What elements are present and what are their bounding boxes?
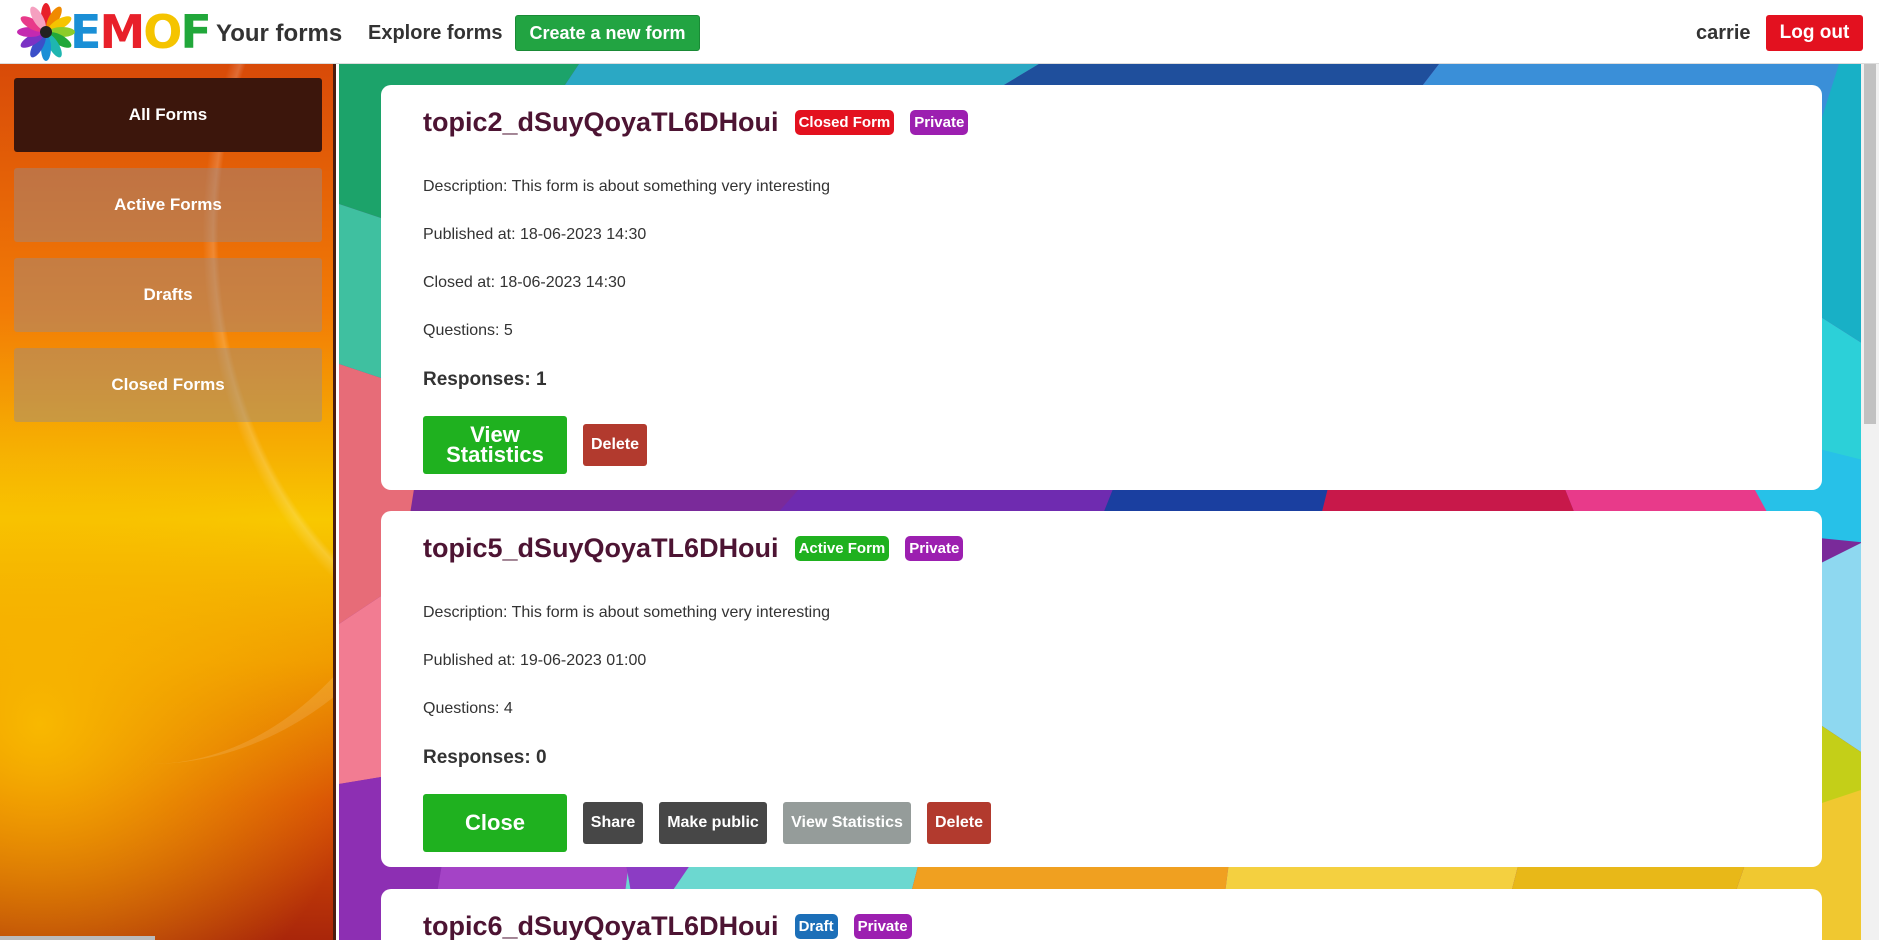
form-responses-count: Responses: 0: [423, 747, 547, 768]
form-description: Description: This form is about somethin…: [423, 604, 830, 621]
status-badge: Closed Form: [794, 110, 895, 135]
form-title[interactable]: topic2_dSuyQoyaTL6DHoui: [423, 107, 779, 138]
view-statistics-button[interactable]: View Statistics: [423, 416, 567, 474]
sidebar: All Forms Active Forms Drafts Closed For…: [0, 64, 336, 940]
create-new-form-button[interactable]: Create a new form: [515, 15, 700, 51]
form-closed-at: Closed at: 18-06-2023 14:30: [423, 274, 626, 291]
horizontal-scrollbar[interactable]: [0, 936, 155, 940]
logout-button[interactable]: Log out: [1766, 15, 1863, 51]
form-card-header: topic5_dSuyQoyaTL6DHoui Active Form Priv…: [423, 533, 964, 564]
logo-wordmark: EMOF: [70, 9, 212, 55]
form-published-at: Published at: 19-06-2023 01:00: [423, 652, 647, 669]
form-card: topic5_dSuyQoyaTL6DHoui Active Form Priv…: [381, 511, 1822, 867]
sidebar-item-drafts[interactable]: Drafts: [14, 258, 322, 332]
delete-button[interactable]: Delete: [583, 424, 647, 466]
sidebar-item-closed-forms[interactable]: Closed Forms: [14, 348, 322, 422]
visibility-badge: Private: [910, 110, 969, 135]
form-card: topic2_dSuyQoyaTL6DHoui Closed Form Priv…: [381, 85, 1822, 490]
status-badge: Active Form: [794, 536, 890, 561]
form-questions-count: Questions: 5: [423, 322, 513, 339]
visibility-badge: Private: [853, 914, 912, 939]
logo-letter: M: [99, 5, 145, 59]
form-card: topic6_dSuyQoyaTL6DHoui Draft Private: [381, 889, 1822, 940]
logo-letter: F: [180, 5, 211, 59]
sidebar-item-all-forms[interactable]: All Forms: [14, 78, 322, 152]
logo-letter: O: [143, 5, 182, 59]
visibility-badge: Private: [905, 536, 964, 561]
vertical-scrollbar[interactable]: [1861, 64, 1879, 940]
form-published-at: Published at: 18-06-2023 14:30: [423, 226, 647, 243]
scrollbar-thumb[interactable]: [1864, 64, 1876, 424]
status-badge: Draft: [794, 914, 838, 939]
make-public-button[interactable]: Make public: [659, 802, 767, 844]
form-title[interactable]: topic6_dSuyQoyaTL6DHoui: [423, 911, 779, 940]
delete-button[interactable]: Delete: [927, 802, 991, 844]
form-description: Description: This form is about somethin…: [423, 178, 830, 195]
nav-explore-forms[interactable]: Explore forms: [368, 22, 502, 45]
top-navbar: EMOF Your forms Explore forms Create a n…: [0, 0, 1879, 64]
view-statistics-button-disabled[interactable]: View Statistics: [783, 802, 911, 844]
emof-logo[interactable]: EMOF: [14, 2, 212, 62]
close-form-button[interactable]: Close: [423, 794, 567, 852]
form-title[interactable]: topic5_dSuyQoyaTL6DHoui: [423, 533, 779, 564]
username[interactable]: carrie: [1696, 22, 1751, 45]
share-button[interactable]: Share: [583, 802, 643, 844]
form-questions-count: Questions: 4: [423, 700, 513, 717]
sidebar-item-active-forms[interactable]: Active Forms: [14, 168, 322, 242]
form-responses-count: Responses: 1: [423, 369, 547, 390]
form-card-header: topic2_dSuyQoyaTL6DHoui Closed Form Priv…: [423, 107, 969, 138]
flower-logo-icon: [14, 2, 78, 62]
nav-your-forms[interactable]: Your forms: [216, 20, 342, 48]
form-card-header: topic6_dSuyQoyaTL6DHoui Draft Private: [423, 911, 912, 940]
